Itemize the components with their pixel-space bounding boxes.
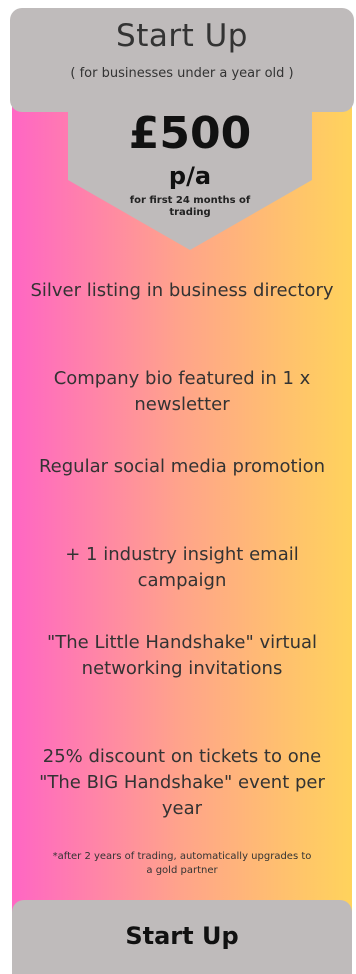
price-note: for first 24 months of trading: [129, 195, 251, 218]
feature-newsletter-bio: Company bio featured in 1 x newsletter: [53, 368, 311, 415]
feature-email-campaign: + 1 industry insight email campaign: [65, 544, 299, 591]
plan-price: £500: [128, 108, 252, 159]
feature-ticket-discount: 25% discount on tickets to one "The BIG …: [39, 746, 325, 819]
plan-subtitle: ( for businesses under a year old ): [70, 66, 294, 81]
price-period: p/a: [168, 162, 212, 190]
feature-directory-listing: Silver listing in business directory: [30, 280, 334, 301]
pricing-card: Start Up ( for businesses under a year o…: [10, 8, 354, 974]
feature-social-promotion: Regular social media promotion: [38, 456, 326, 477]
start-up-button[interactable]: Start Up: [12, 900, 352, 974]
feature-networking-invitations: "The Little Handshake" virtual networkin…: [46, 632, 318, 679]
plan-title: Start Up: [116, 18, 248, 54]
upgrade-footnote: *after 2 years of trading, automatically…: [52, 851, 312, 876]
start-up-button-label: Start Up: [125, 922, 239, 950]
